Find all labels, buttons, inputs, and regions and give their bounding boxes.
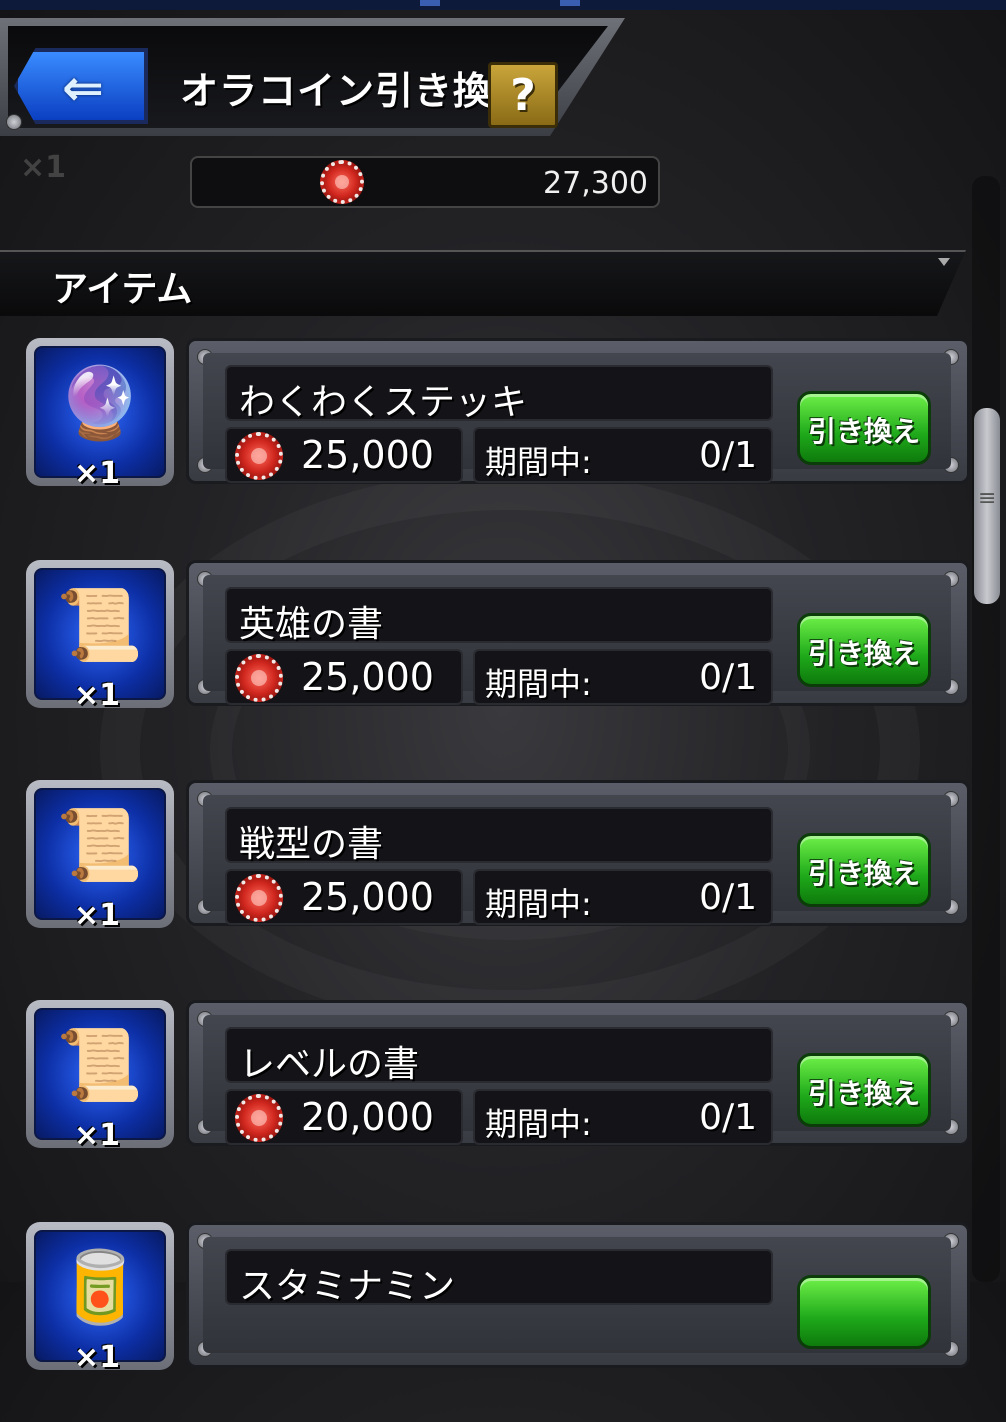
scrollbar-thumb[interactable] (974, 408, 1000, 604)
item-row: 📜 ×1 戦型の書 25,000 期間中: 0/1 引き換え (0, 780, 1006, 980)
item-price-box: 25,000 (225, 427, 463, 483)
item-period-box: 期間中: 0/1 (473, 1089, 773, 1145)
stamina-can-icon: 🥫 (56, 1246, 144, 1328)
period-label: 期間中: (485, 665, 592, 703)
section-title: アイテム (52, 269, 193, 310)
period-label: 期間中: (485, 1105, 592, 1143)
scroll-hero-icon: 📜 (56, 584, 144, 666)
period-label: 期間中: (485, 443, 592, 481)
exchange-button[interactable]: 引き換え (797, 391, 931, 465)
item-name-box: 戦型の書 (225, 807, 773, 865)
exchange-button[interactable]: 引き換え (797, 833, 931, 907)
item-card-inner: 英雄の書 25,000 期間中: 0/1 引き換え (203, 575, 951, 705)
top-strip (0, 0, 1006, 10)
item-card-inner: レベルの書 20,000 期間中: 0/1 引き換え (203, 1015, 951, 1145)
orb-coin-icon (320, 160, 364, 204)
item-period-box: 期間中: 0/1 (473, 427, 773, 483)
item-card: スタミナミン (186, 1222, 970, 1368)
item-card: 英雄の書 25,000 期間中: 0/1 引き換え (186, 560, 970, 706)
item-price-box: 25,000 (225, 869, 463, 925)
currency-bar: 27,300 (190, 156, 660, 208)
back-arrow-icon: ⇐ (62, 59, 104, 117)
item-thumbnail: 📜 ×1 (26, 560, 174, 713)
item-card: 戦型の書 25,000 期間中: 0/1 引き換え (186, 780, 970, 926)
exchange-button[interactable]: 引き換え (797, 613, 931, 687)
item-quantity: ×1 (74, 1118, 121, 1153)
period-label: 期間中: (485, 885, 592, 923)
item-price: 25,000 (301, 433, 434, 477)
item-name: 戦型の書 (239, 824, 384, 865)
help-icon: ? (510, 70, 536, 121)
item-row: 🥫 ×1 スタミナミン (0, 1222, 1006, 1422)
item-quantity: ×1 (74, 678, 121, 713)
partial-item-qty: ×1 (20, 150, 67, 185)
period-value: 0/1 (699, 1097, 757, 1138)
section-header: アイテム (0, 250, 966, 316)
period-value: 0/1 (699, 877, 757, 918)
item-period-box: 期間中: 0/1 (473, 649, 773, 705)
item-card-inner: スタミナミン (203, 1237, 951, 1353)
period-value: 0/1 (699, 657, 757, 698)
item-row: 🔮 ×1 わくわくステッキ 25,000 期間中: 0/1 引き換え (0, 338, 1006, 538)
item-quantity: ×1 (74, 898, 121, 933)
orb-coin-icon (235, 874, 283, 922)
item-price: 20,000 (301, 1095, 434, 1139)
item-period-box: 期間中: 0/1 (473, 869, 773, 925)
item-name: 英雄の書 (239, 604, 384, 645)
back-button[interactable]: ⇐ (14, 48, 148, 124)
item-thumbnail: 📜 ×1 (26, 780, 174, 933)
scroll-level-icon: 📜 (56, 1024, 144, 1106)
page-title: オラコイン引き換え (180, 69, 532, 113)
item-card-inner: 戦型の書 25,000 期間中: 0/1 引き換え (203, 795, 951, 925)
wand-icon: 🔮 (56, 362, 144, 444)
section-corner-icon (938, 258, 950, 266)
item-row: 📜 ×1 レベルの書 20,000 期間中: 0/1 引き換え (0, 1000, 1006, 1200)
item-price: 25,000 (301, 655, 434, 699)
currency-amount: 27,300 (543, 166, 648, 201)
item-name: スタミナミン (239, 1266, 456, 1307)
screw (6, 114, 22, 130)
item-card: わくわくステッキ 25,000 期間中: 0/1 引き換え (186, 338, 970, 484)
item-name-box: 英雄の書 (225, 587, 773, 645)
item-name-box: スタミナミン (225, 1249, 773, 1307)
item-row: 📜 ×1 英雄の書 25,000 期間中: 0/1 引き換え (0, 560, 1006, 760)
item-quantity: ×1 (74, 456, 121, 491)
exchange-button-label: 引き換え (807, 857, 920, 890)
period-value: 0/1 (699, 435, 757, 476)
item-thumbnail: 📜 ×1 (26, 1000, 174, 1153)
item-price-box: 25,000 (225, 649, 463, 705)
orb-coin-icon (235, 432, 283, 480)
item-name: わくわくステッキ (239, 382, 528, 423)
item-name: レベルの書 (239, 1044, 420, 1085)
item-card: レベルの書 20,000 期間中: 0/1 引き換え (186, 1000, 970, 1146)
orb-coin-icon (235, 654, 283, 702)
orb-coin-icon (235, 1094, 283, 1142)
exchange-button[interactable] (797, 1275, 931, 1349)
exchange-button[interactable]: 引き換え (797, 1053, 931, 1127)
item-thumbnail: 🔮 ×1 (26, 338, 174, 491)
item-card-inner: わくわくステッキ 25,000 期間中: 0/1 引き換え (203, 353, 951, 483)
help-button[interactable]: ? (488, 62, 558, 128)
item-quantity: ×1 (74, 1340, 121, 1375)
item-price-box: 20,000 (225, 1089, 463, 1145)
exchange-button-label: 引き換え (807, 637, 920, 670)
item-price: 25,000 (301, 875, 434, 919)
exchange-button-label: 引き換え (807, 415, 920, 448)
header: ⇐ オラコイン引き換え ? (0, 18, 640, 138)
scroll-tactics-icon: 📜 (56, 804, 144, 886)
exchange-button-label: 引き換え (807, 1077, 920, 1110)
item-name-box: レベルの書 (225, 1027, 773, 1085)
item-thumbnail: 🥫 ×1 (26, 1222, 174, 1375)
item-name-box: わくわくステッキ (225, 365, 773, 423)
scrollbar-track (972, 176, 1000, 1282)
